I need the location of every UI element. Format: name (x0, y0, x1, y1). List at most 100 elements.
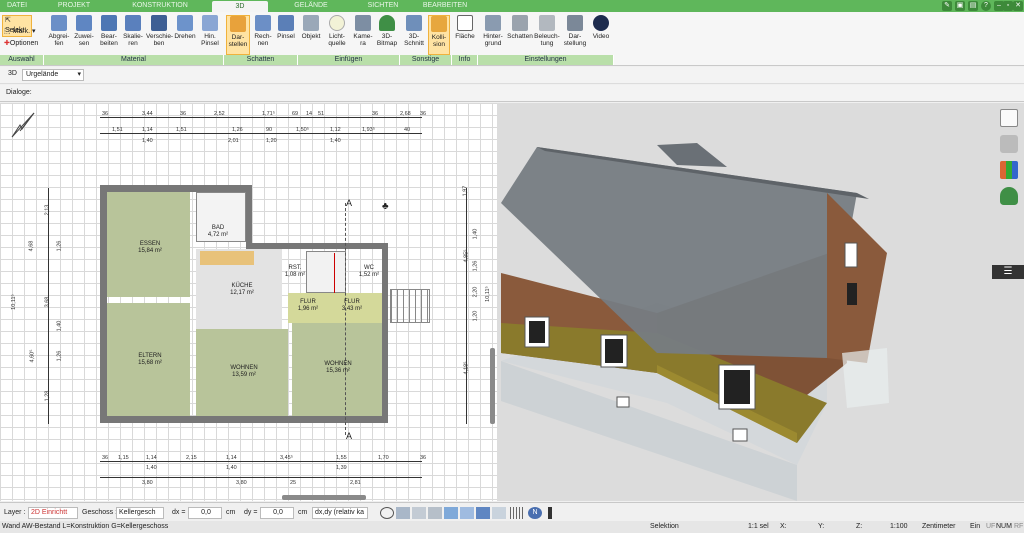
north-icon[interactable]: N (528, 507, 542, 519)
grid-icon[interactable] (510, 507, 524, 519)
objekt-label: Objekt (301, 33, 321, 40)
assign-material-icon (76, 15, 92, 31)
restore-icon[interactable]: ▫ (1003, 1, 1013, 11)
plant-icon[interactable] (1000, 187, 1018, 205)
layer-3d-icon[interactable] (476, 507, 490, 519)
objekt-button[interactable]: Objekt (300, 15, 322, 40)
room-name: KÜCHE (231, 283, 253, 289)
snap-point-icon[interactable] (412, 507, 426, 519)
layers-icon[interactable] (1000, 109, 1018, 127)
video-button[interactable]: Video (590, 15, 612, 40)
options-button[interactable]: ✚Optionen (2, 39, 38, 49)
snap-angle-icon[interactable] (444, 507, 458, 519)
tab-gelaende[interactable]: GELÄNDE (288, 0, 334, 12)
3d-bitmap-button[interactable]: 3D- Bitmap (376, 15, 398, 47)
info-bar: Wand AW-Bestand L=Konstruktion G=Kellerg… (0, 521, 1024, 533)
snap-line-icon[interactable] (428, 507, 442, 519)
view-select-dropdown[interactable]: Urgelände ▾ (22, 69, 84, 81)
room-name: RST. (288, 265, 302, 271)
layer-select[interactable]: 2D Einrichtt (28, 507, 78, 519)
save-icon[interactable]: ▣ (955, 1, 965, 11)
darstellung-button[interactable]: Dar- stellung (562, 15, 588, 47)
tab-bearbeiten[interactable]: BEARBEITEN (418, 0, 472, 12)
tree-symbol-icon: ♣ (382, 201, 389, 212)
lichtquelle-button[interactable]: Licht- quelle (324, 15, 350, 47)
pen-icon[interactable]: ✎ (942, 1, 952, 11)
separator-icon (548, 507, 552, 519)
pinsel-button[interactable]: Pinsel (275, 15, 297, 40)
abgreifen-button[interactable]: Abgrei- fen (48, 15, 70, 47)
room-area: 15,36 m² (326, 368, 350, 374)
darstellen-button[interactable]: Dar- stellen (226, 15, 250, 55)
top-dim-label: 1,51 (176, 127, 187, 133)
tab-konstruktion[interactable]: KONSTRUKTION (130, 0, 190, 12)
right-dimension-line (466, 188, 467, 424)
staircase[interactable] (306, 251, 346, 293)
exterior-wall[interactable] (382, 243, 388, 423)
z-coord-label: Z: (856, 523, 863, 530)
geschoss-select[interactable]: Kellergesch (116, 507, 164, 519)
3d-schnitt-button[interactable]: 3D- Schnitt (402, 15, 426, 47)
geschoss-label: Geschoss : (82, 509, 118, 516)
section-marker-bottom: A (346, 431, 353, 441)
skalieren-button[interactable]: Skalie- ren (122, 15, 144, 47)
scale-icon (125, 15, 141, 31)
help-icon[interactable]: ? (981, 1, 991, 11)
top-dimension-line-1 (100, 117, 422, 118)
snap-grid-icon[interactable] (396, 507, 410, 519)
top-dim-label: 90 (266, 127, 273, 133)
3d-view[interactable] (497, 103, 1024, 501)
material-palette-icon[interactable] (1000, 161, 1018, 179)
layer-label: Layer : (4, 509, 26, 516)
chevron-down-icon: ▾ (77, 71, 81, 78)
drehen-button[interactable]: Drehen (174, 15, 196, 40)
chair-icon[interactable] (1000, 135, 1018, 153)
clock-icon[interactable] (380, 507, 394, 519)
dy-input[interactable]: 0,0 (260, 507, 294, 519)
close-icon[interactable]: ✕ (1013, 1, 1023, 11)
floor-plan-view[interactable]: 36 3,44 36 2,52 1,71⁵ 69 14 51 36 2,68 3… (0, 103, 497, 501)
snap-wall-icon[interactable] (460, 507, 474, 519)
horizontal-scrollbar-thumb[interactable] (282, 495, 366, 500)
entrance-steps (390, 289, 430, 323)
hintergrund-button[interactable]: Hinter- grund (480, 15, 506, 47)
kamera-button[interactable]: Kame- ra (352, 15, 374, 47)
kollision-button[interactable]: Kolli- sion (428, 15, 450, 55)
zuweisen-button[interactable]: Zuwei- sen (73, 15, 95, 47)
light-bulb-icon (329, 15, 345, 31)
dy-label: dy = (244, 509, 258, 516)
rechnen-button[interactable]: Rech- nen (252, 15, 274, 47)
3d-schnitt-label: 3D- Schnitt (404, 33, 424, 47)
top-dim-label: 1,40 (142, 138, 153, 144)
schatten-settings-button[interactable]: Schatten (506, 15, 534, 40)
verschieben-button[interactable]: Verschie- ben (146, 15, 173, 47)
exterior-wall[interactable] (246, 185, 252, 245)
bottom-dim-label: 25 (290, 480, 297, 486)
beleuchtung-button[interactable]: Beleuch- tung (534, 15, 560, 47)
side-panel-toggle-icon[interactable]: ☰ (992, 265, 1024, 279)
hin-pinsel-button[interactable]: Hin. Pinsel (199, 15, 221, 47)
exterior-wall[interactable] (100, 185, 107, 423)
pinsel-label: Pinsel (277, 33, 295, 40)
exterior-wall[interactable] (100, 185, 252, 192)
tab-datei[interactable]: DATEI (2, 0, 32, 12)
flaeche-button[interactable]: Fläche (454, 15, 476, 40)
group-label-auswahl: Auswahl (0, 55, 44, 65)
room-label-eltern: ELTERN 15,68 m² (120, 353, 180, 367)
right-dim-label: 1,97 (462, 185, 469, 197)
bottom-dim-label: 3,80 (236, 480, 247, 486)
dx-input[interactable]: 0,0 (188, 507, 222, 519)
trace-icon[interactable] (492, 507, 506, 519)
darstellung-label: Dar- stellung (563, 33, 587, 47)
element-info: Wand AW-Bestand L=Konstruktion G=Kellerg… (2, 523, 169, 530)
top-dimension-line-2 (100, 133, 422, 134)
tab-sichten[interactable]: SICHTEN (360, 0, 406, 12)
mark-button[interactable]: ⬚ Mark. ▾ (2, 27, 36, 37)
tab-3d[interactable]: 3D (212, 1, 268, 12)
group-label-schatten: Schatten (224, 55, 298, 65)
coordinate-mode-select[interactable]: dx,dy (relativ ka (312, 507, 368, 519)
vertical-scrollbar-thumb[interactable] (490, 348, 495, 424)
floppy-icon[interactable]: ▤ (968, 1, 978, 11)
bearbeiten-button[interactable]: Bear- beiten (98, 15, 120, 47)
tab-projekt[interactable]: PROJEKT (54, 0, 94, 12)
